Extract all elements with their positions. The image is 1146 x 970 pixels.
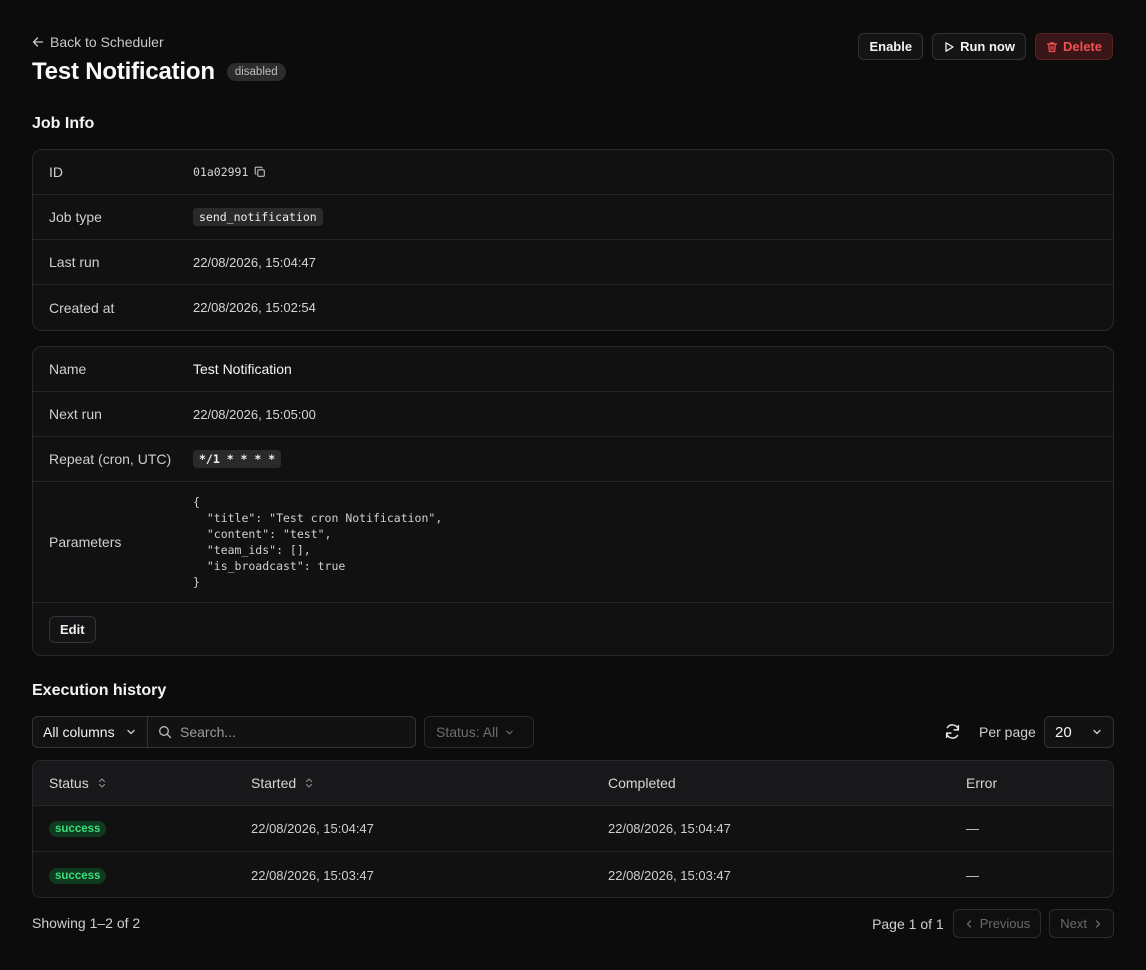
chevron-down-icon: [125, 726, 137, 738]
status-pill: success: [49, 867, 107, 884]
next-run-value: 22/08/2026, 15:05:00: [193, 406, 316, 422]
search-box: [147, 716, 416, 748]
status-filter[interactable]: Status: All: [424, 716, 534, 748]
title-row: Test Notification disabled: [32, 58, 286, 86]
job-info-heading: Job Info: [32, 115, 95, 132]
column-label: Error: [966, 775, 998, 791]
info-label: Parameters: [49, 534, 122, 550]
last-run-value: 22/08/2026, 15:04:47: [193, 254, 316, 270]
info-row-next-run: Next run 22/08/2026, 15:05:00: [33, 392, 1113, 437]
status-cell: success: [33, 820, 251, 837]
run-now-label: Run now: [960, 39, 1015, 54]
job-config-card: Name Test Notification Next run 22/08/20…: [32, 346, 1114, 656]
execution-history-heading: Execution history: [32, 682, 167, 699]
status-pill: success: [49, 821, 107, 837]
showing-count: Showing 1–2 of 2: [32, 915, 141, 931]
header-actions: Enable Run now Delete: [858, 33, 1113, 60]
job-id-value: 01a02991: [193, 165, 249, 179]
info-value: 01a02991: [193, 165, 266, 179]
info-label: Last run: [49, 254, 100, 270]
parameters-json: { "title": "Test cron Notification", "co…: [193, 495, 443, 589]
column-header-started[interactable]: Started: [251, 775, 608, 791]
play-icon: [943, 41, 955, 53]
trash-icon: [1046, 41, 1058, 53]
name-value: Test Notification: [193, 361, 292, 377]
next-page-button[interactable]: Next: [1049, 909, 1114, 938]
status-badge: disabled: [226, 63, 286, 81]
previous-label: Previous: [979, 916, 1031, 931]
table-row[interactable]: success 22/08/2026, 15:04:47 22/08/2026,…: [33, 806, 1113, 852]
per-page-select[interactable]: 20: [1044, 716, 1114, 748]
info-row-id: ID 01a02991: [33, 150, 1113, 195]
refresh-icon[interactable]: [944, 723, 961, 740]
per-page-value: 20: [1055, 723, 1072, 741]
job-info-card: ID 01a02991 Job type send_notification L…: [32, 149, 1114, 331]
info-label: ID: [49, 164, 63, 180]
info-value: { "title": "Test cron Notification", "co…: [193, 494, 442, 590]
info-value: send_notification: [193, 208, 323, 226]
history-table: Status Started Completed Error success 2…: [32, 760, 1114, 898]
column-header-completed: Completed: [608, 775, 966, 791]
page-info: Page 1 of 1: [872, 915, 944, 932]
created-at-value: 22/08/2026, 15:02:54: [193, 300, 316, 315]
error-cell: —: [966, 867, 979, 883]
chevron-left-icon: [964, 919, 974, 929]
table-row[interactable]: success 22/08/2026, 15:03:47 22/08/2026,…: [33, 852, 1113, 897]
status-cell: success: [33, 867, 251, 884]
column-select-value: All columns: [43, 724, 115, 740]
run-now-button[interactable]: Run now: [932, 33, 1026, 60]
next-label: Next: [1060, 916, 1087, 931]
back-link-label: Back to Scheduler: [50, 34, 164, 50]
info-row-last-run: Last run 22/08/2026, 15:04:47: [33, 240, 1113, 285]
column-label: Status: [49, 775, 89, 791]
table-header: Status Started Completed Error: [33, 761, 1113, 806]
column-label: Completed: [608, 775, 676, 791]
delete-label: Delete: [1062, 39, 1102, 54]
info-row-name: Name Test Notification: [33, 347, 1113, 392]
chevron-down-icon: [504, 727, 515, 738]
info-label: Next run: [49, 406, 102, 422]
column-label: Started: [251, 775, 297, 791]
copy-icon[interactable]: [254, 166, 266, 178]
delete-button[interactable]: Delete: [1034, 33, 1113, 60]
search-icon: [158, 725, 172, 739]
enable-button[interactable]: Enable: [858, 33, 924, 60]
history-toolbar: All columns Status: All Per page 20: [32, 716, 1114, 748]
info-label: Repeat (cron, UTC): [49, 451, 172, 467]
info-row-parameters: Parameters { "title": "Test cron Notific…: [33, 482, 1113, 603]
status-filter-label: Status: All: [436, 724, 499, 740]
per-page-label: Per page: [979, 724, 1036, 740]
started-cell: 22/08/2026, 15:03:47: [251, 867, 374, 883]
column-select[interactable]: All columns: [32, 716, 148, 748]
edit-row: Edit: [33, 603, 1113, 655]
completed-cell: 22/08/2026, 15:03:47: [608, 867, 731, 883]
job-type-chip: send_notification: [193, 208, 323, 226]
back-to-scheduler-link[interactable]: Back to Scheduler: [32, 34, 164, 50]
column-header-status[interactable]: Status: [33, 775, 251, 791]
edit-button[interactable]: Edit: [49, 615, 96, 643]
edit-button-label: Edit: [60, 621, 85, 637]
enable-button-label: Enable: [869, 39, 913, 54]
info-row-repeat: Repeat (cron, UTC) */1 * * * *: [33, 437, 1113, 482]
page-title: Test Notification: [32, 58, 215, 85]
info-value: */1 * * * *: [193, 450, 282, 468]
error-cell: —: [966, 821, 979, 836]
info-label: Created at: [49, 299, 115, 316]
column-header-error: Error: [966, 775, 1113, 791]
info-row-created-at: Created at 22/08/2026, 15:02:54: [33, 285, 1113, 330]
completed-cell: 22/08/2026, 15:04:47: [608, 821, 731, 836]
chevron-right-icon: [1093, 919, 1103, 929]
info-label: Name: [49, 361, 87, 377]
arrow-left-icon: [32, 36, 44, 48]
pagination: Page 1 of 1 Previous Next: [872, 909, 1114, 938]
search-input[interactable]: [180, 724, 380, 740]
started-cell: 22/08/2026, 15:04:47: [251, 821, 374, 836]
chevron-down-icon: [1091, 726, 1103, 738]
sort-icon: [304, 777, 314, 789]
info-label: Job type: [49, 209, 102, 225]
previous-page-button[interactable]: Previous: [952, 909, 1042, 938]
info-row-job-type: Job type send_notification: [33, 195, 1113, 240]
sort-icon: [97, 777, 107, 789]
cron-chip: */1 * * * *: [193, 450, 282, 468]
